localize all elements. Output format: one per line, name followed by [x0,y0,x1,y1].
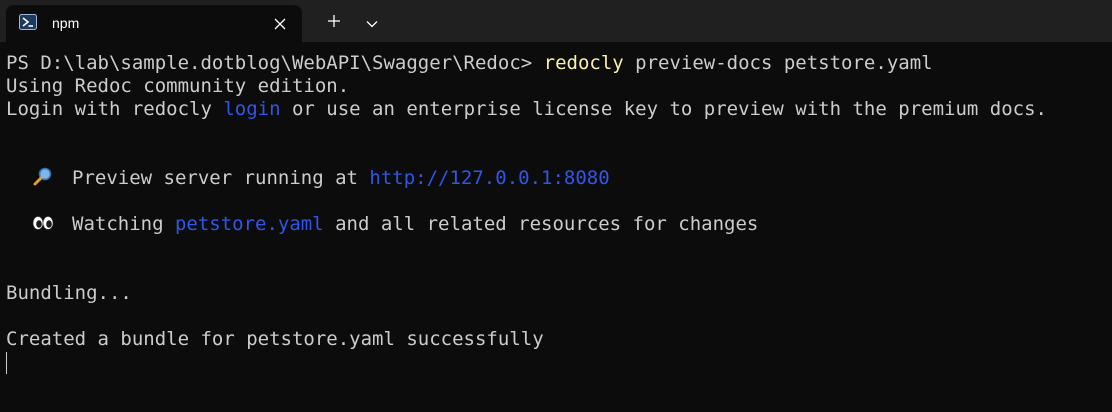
preview-url[interactable]: http://127.0.0.1:8080 [369,167,609,189]
magnifier-icon [32,167,56,187]
login-link: login [223,98,281,120]
preview-line: Preview server running at http://127.0.0… [32,167,610,190]
terminal-window: npm PS D:\lab\sample.dotblog\WebAPI\Swag… [0,0,1112,412]
preview-text: Preview server running at [72,167,370,189]
watch-file: petstore.yaml [174,213,324,235]
created-line: Created a bundle for petstore.yaml succe… [6,328,544,350]
edition-line: Using Redoc community edition. [6,75,350,97]
text-cursor [6,352,7,374]
close-icon[interactable] [270,14,290,34]
command-name: redocly [543,52,624,74]
terminal-output[interactable]: PS D:\lab\sample.dotblog\WebAPI\Swagger\… [0,42,1112,412]
bundling-line: Bundling... [6,282,132,304]
powershell-icon [19,14,37,30]
prompt-line: PS D:\lab\sample.dotblog\WebAPI\Swagger\… [6,52,933,75]
tab-bar: npm [0,0,1112,42]
command-args: preview-docs petstore.yaml [623,52,933,74]
tab-dropdown-button[interactable] [358,8,386,36]
new-tab-button[interactable] [320,8,348,36]
prompt: PS D:\lab\sample.dotblog\WebAPI\Swagger\… [6,52,544,74]
login-line: Login with redocly login or use an enter… [6,98,1047,121]
chevron-down-icon [366,13,378,32]
login-suffix: or use an enterprise license key to prev… [280,98,1047,120]
watch-suffix: and all related resources for changes [323,213,759,235]
tab-title: npm [52,15,80,31]
watch-prefix: Watching [72,213,175,235]
watch-line: Watching petstore.yaml and all related r… [32,213,758,236]
login-prefix: Login with redocly [6,98,224,120]
tab-npm[interactable]: npm [6,5,302,42]
plus-icon [327,13,341,32]
eyes-icon [32,213,56,233]
